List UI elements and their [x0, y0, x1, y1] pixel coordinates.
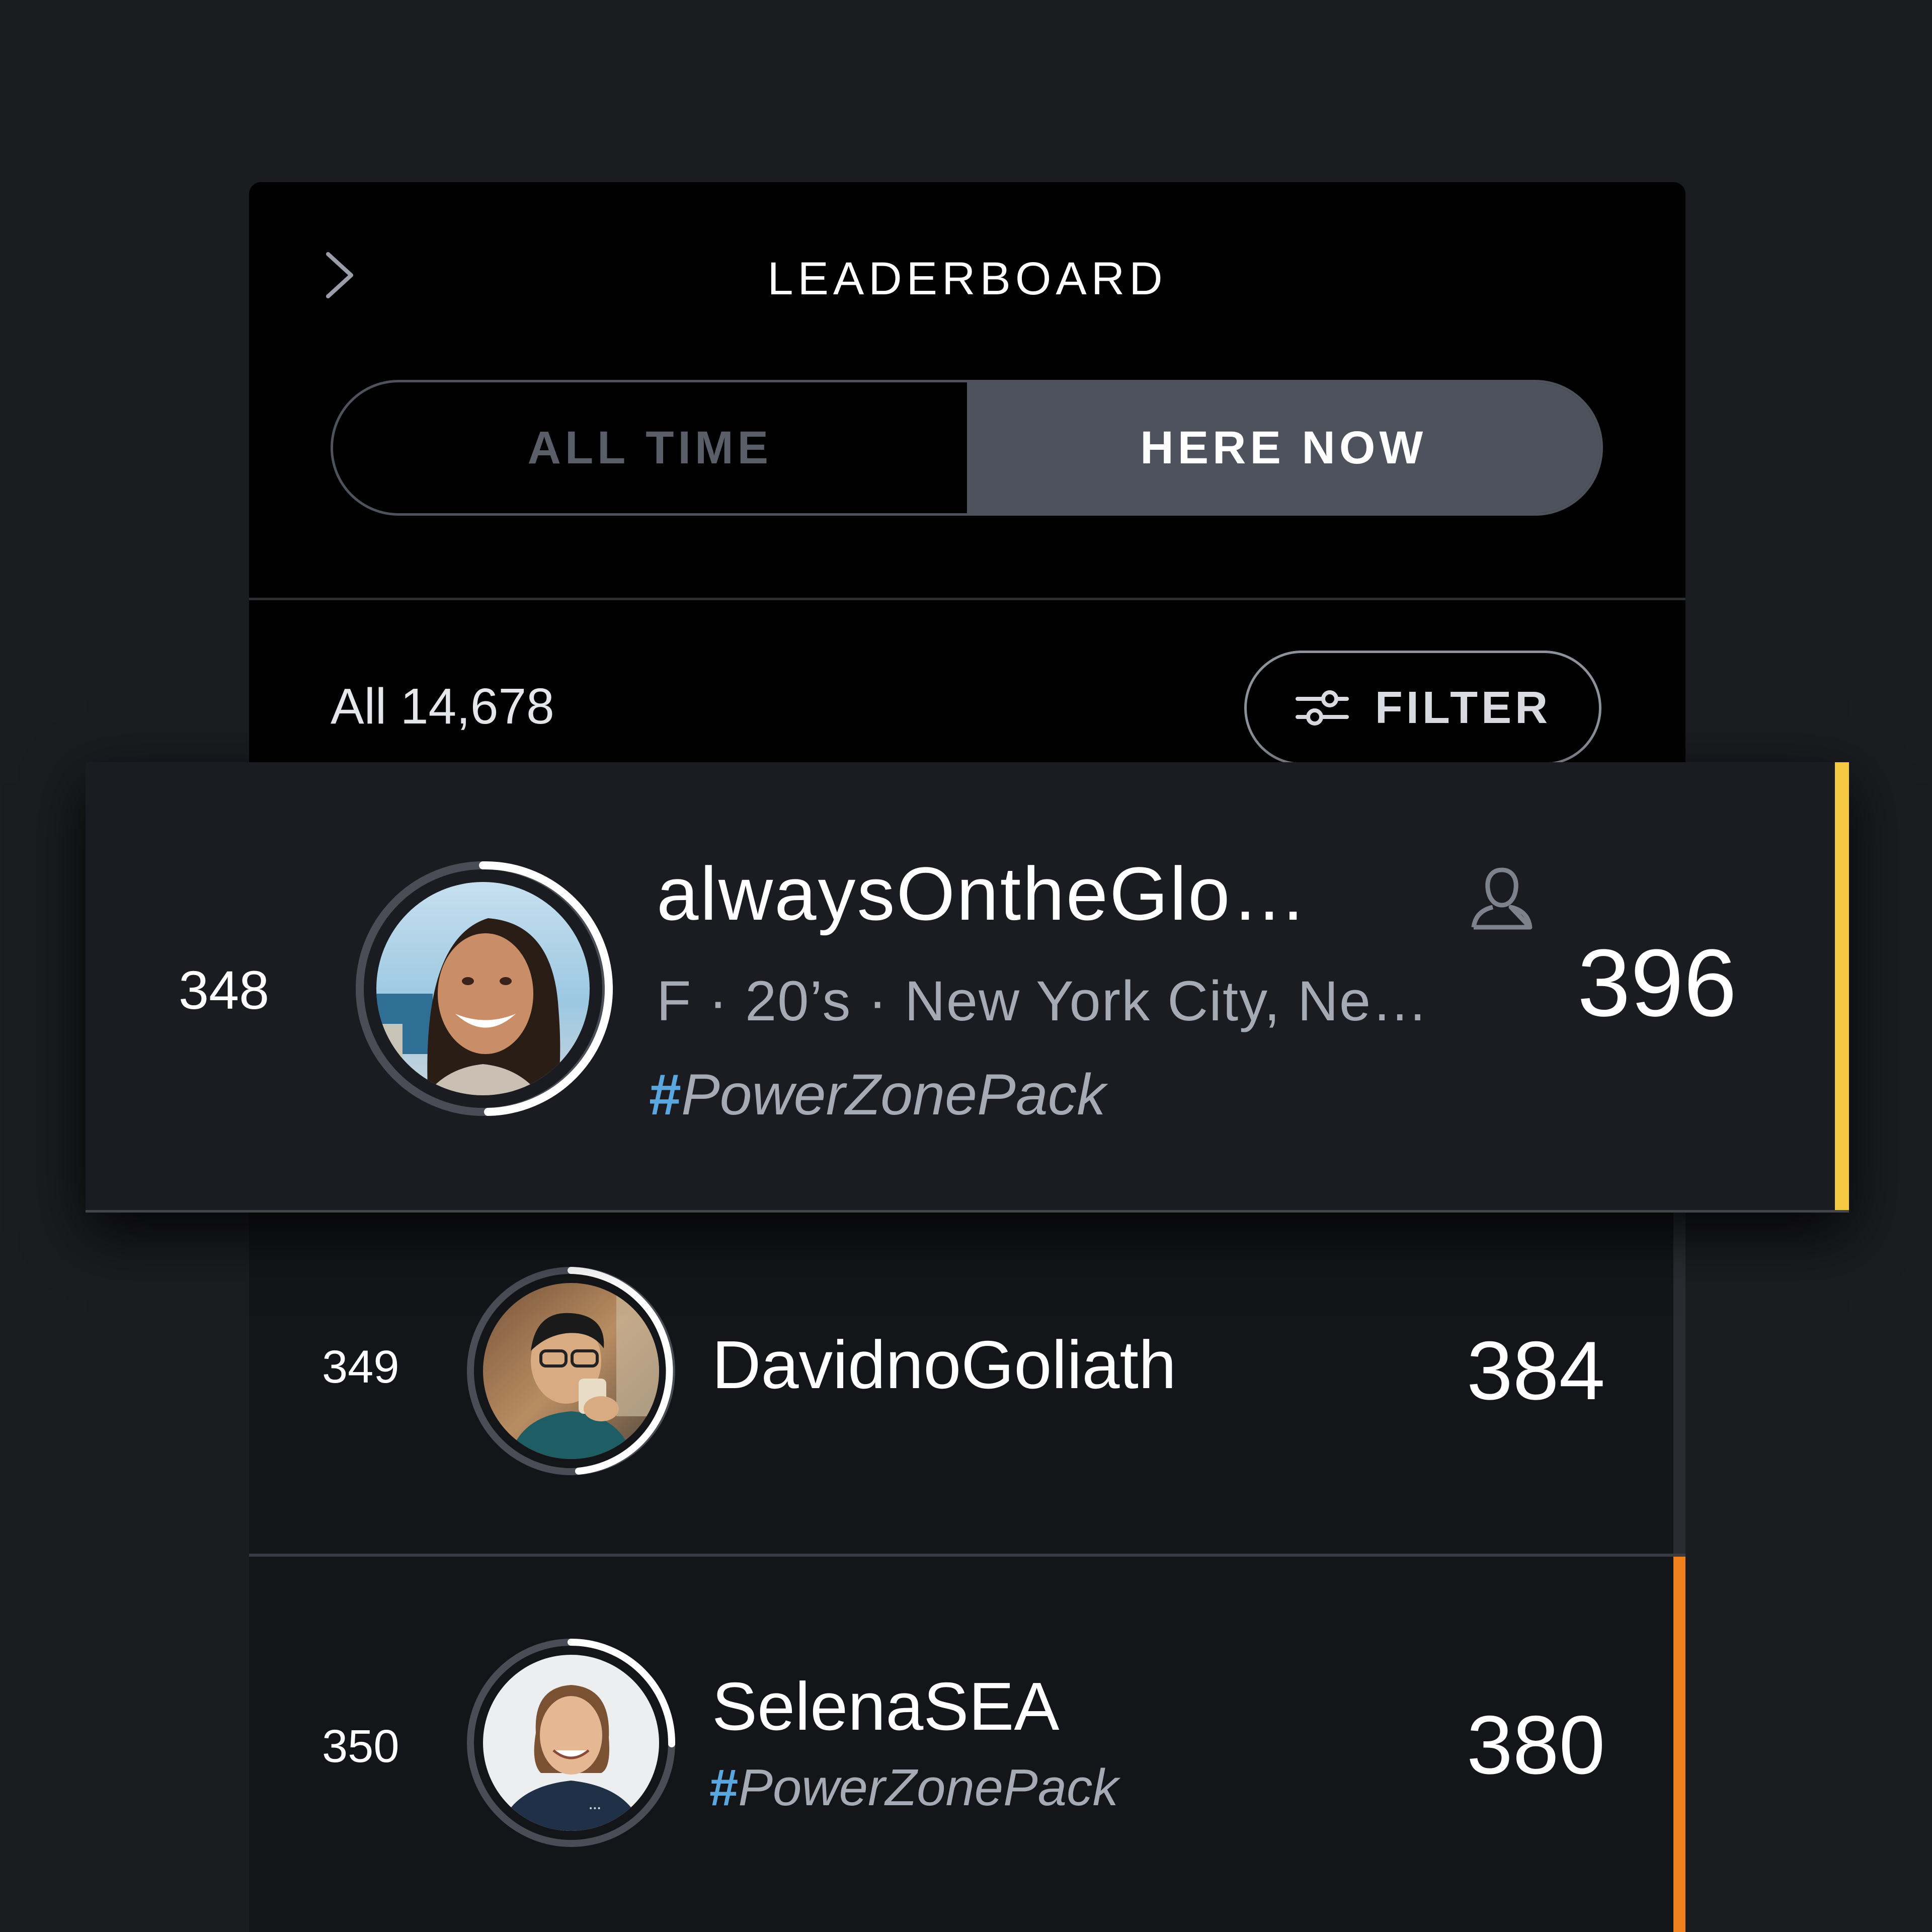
row-accent-bar: [1835, 762, 1849, 1210]
rider-name: alwaysOntheGlo…: [657, 851, 1309, 936]
row-rank: 350: [322, 1721, 399, 1772]
row-rank: 348: [179, 959, 270, 1020]
row-accent-bar: [1673, 1213, 1685, 1554]
avatar[interactable]: •••: [465, 1637, 677, 1848]
header-divider: [249, 598, 1685, 600]
row-rank: 349: [322, 1341, 399, 1393]
leaderboard-header: LEADERBOARD ALL TIME HERE NOW: [249, 182, 1685, 599]
hashtag-text: PowerZonePack: [738, 1758, 1118, 1816]
tab-here-now[interactable]: HERE NOW: [967, 382, 1600, 513]
current-user-row[interactable]: 348 alwaysOntheGlo… F · 20’s · New York …: [86, 762, 1849, 1213]
rider-score: 396: [1577, 930, 1737, 1036]
sliders-icon: [1295, 690, 1349, 726]
row-accent-bar: [1673, 1557, 1685, 1932]
app-screen: LEADERBOARD ALL TIME HERE NOW All 14,678…: [0, 0, 1932, 1932]
rider-name: DavidnoGoliath: [712, 1327, 1177, 1403]
time-range-toggle: ALL TIME HERE NOW: [331, 380, 1603, 516]
user-icon: [1471, 867, 1533, 930]
rider-details: F · 20’s · New York City, Ne…: [657, 970, 1429, 1032]
filter-button[interactable]: FILTER: [1244, 651, 1601, 765]
rider-name: SelenaSEA: [712, 1668, 1060, 1744]
leaderboard-row[interactable]: 350 ••• SelenaSEA #PowerZonePack 380: [249, 1557, 1685, 1932]
rider-hashtag: #PowerZonePack: [649, 1062, 1106, 1128]
rider-count: All 14,678: [331, 678, 554, 735]
hashtag-text: PowerZonePack: [681, 1063, 1106, 1127]
avatar[interactable]: [352, 858, 614, 1119]
tab-all-time[interactable]: ALL TIME: [333, 382, 967, 513]
svg-text:•••: •••: [589, 1805, 601, 1813]
hashtag-symbol: #: [649, 1063, 681, 1127]
rider-score: 384: [1467, 1324, 1605, 1417]
rider-hashtag: #PowerZonePack: [709, 1758, 1118, 1817]
avatar[interactable]: [465, 1265, 677, 1477]
leaderboard-row[interactable]: 349 DavidnoGoliath 384: [249, 1213, 1685, 1554]
hashtag-symbol: #: [709, 1758, 739, 1816]
page-title: LEADERBOARD: [767, 253, 1167, 304]
filter-label: FILTER: [1375, 682, 1552, 733]
rider-score: 380: [1467, 1699, 1605, 1791]
